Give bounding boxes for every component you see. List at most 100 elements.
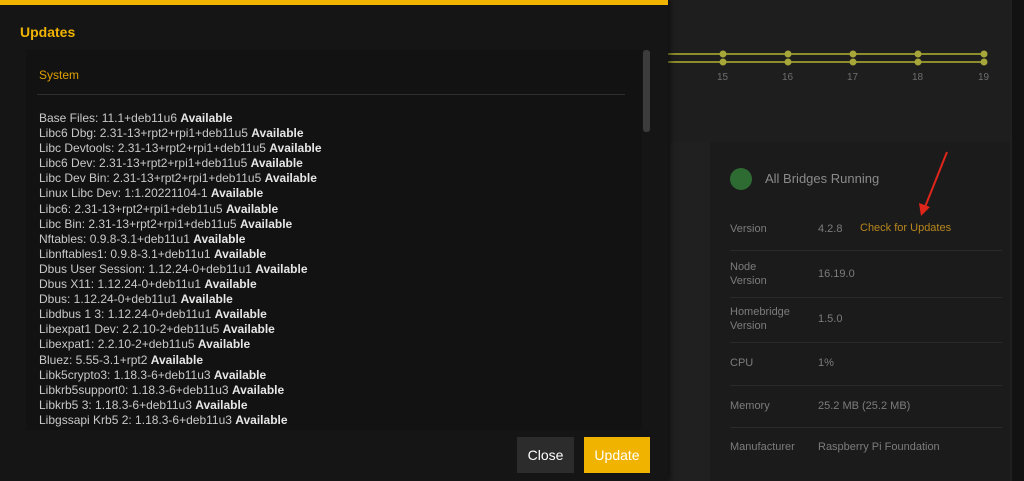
chart-point [784,58,792,66]
package-status: Available [222,322,275,337]
close-button[interactable]: Close [517,437,574,473]
info-divider [730,385,1002,386]
package-status: Available [235,412,288,427]
package-status: Available [210,186,264,201]
chart-tick-label: 19 [978,72,990,83]
package-status: Available [195,397,248,412]
package-name: Libc6 Dev: 2.31-13+rpt2+rpi1+deb11u5 [39,156,248,171]
chart-tick-label: 15 [717,72,729,83]
package-item: Libdbus 1 3: 1.12.24-0+deb11u1 Available [39,307,322,322]
package-name: Dbus X11: 1.12.24-0+deb11u1 [39,277,202,292]
package-status: Available [193,231,246,246]
package-status: Available [214,307,267,322]
package-item: Libkrb5support0: 1.18.3-6+deb11u3 Availa… [39,383,322,398]
package-item: Libgssapi Krb5 2: 1.18.3-6+deb11u3 Avail… [39,413,322,428]
package-status: Available [251,126,304,141]
package-name: Libkrb5 3: 1.18.3-6+deb11u3 [39,397,192,412]
package-status: Available [225,201,279,216]
info-divider [730,250,1002,251]
package-name: Libc6: 2.31-13+rpt2+rpi1+deb11u5 [39,201,223,216]
chart-tick-label: 18 [912,72,924,83]
package-item: Dbus User Session: 1.12.24-0+deb11u1 Ava… [39,262,322,277]
node-version-value: 16.19.0 [818,268,855,280]
package-name: Libk5crypto3: 1.18.3-6+deb11u3 [39,367,211,382]
package-name: Bluez: 5.55-3.1+rpt2 [39,352,148,367]
chart-point [849,50,857,58]
memory-label: Memory [730,400,770,412]
package-item: Libkrb5 3: 1.18.3-6+deb11u3 Available [39,398,322,413]
package-status: Available [213,246,267,261]
modal-scrollbar[interactable] [643,50,650,132]
modal-accent-bar [0,0,668,5]
package-status: Available [204,277,257,292]
package-name: Base Files: 11.1+deb11u6 [39,111,177,125]
package-status: Available [150,352,203,367]
package-item: Libexpat1 Dev: 2.2.10-2+deb11u5 Availabl… [39,322,322,337]
chart-point [784,50,792,58]
chart-tick-label: 16 [782,72,794,83]
package-name: Libdbus 1 3: 1.12.24-0+deb11u1 [39,307,212,322]
package-item: Libc6 Dev: 2.31-13+rpt2+rpi1+deb11u5 Ava… [39,156,322,171]
chart-point [719,58,727,66]
homebridge-version-value: 1.5.0 [818,313,843,325]
package-name: Libexpat1 Dev: 2.2.10-2+deb11u5 [39,322,220,337]
package-list: Base Files: 11.1+deb11u6 Available Libc6 … [39,111,322,428]
package-status: Available [231,382,285,397]
info-divider [730,297,1002,298]
package-item: Libnftables1: 0.9.8-3.1+deb11u1 Availabl… [39,247,322,262]
chart-point [980,50,988,58]
package-item: Nftables: 0.9.8-3.1+deb11u1 Available [39,232,322,247]
cpu-label: CPU [730,357,754,369]
package-status: Available [264,171,317,186]
bridges-status-text: All Bridges Running [765,171,880,186]
chart-point [719,50,727,58]
section-title-system: System [39,68,80,82]
package-name: Libc Bin: 2.31-13+rpt2+rpi1+deb11u5 [39,216,237,231]
update-button[interactable]: Update [584,437,650,473]
package-item: Linux Libc Dev: 1:1.20221104-1 Available [39,186,322,201]
package-name: Libkrb5support0: 1.18.3-6+deb11u3 [39,382,229,397]
package-name: Linux Libc Dev: 1:1.20221104-1 [39,186,208,201]
version-value: 4.2.8 [818,223,843,235]
package-status: Available [180,292,233,307]
memory-value: 25.2 MB (25.2 MB) [818,400,911,412]
updates-modal: Updates System Base Files: 11.1+deb11u6 … [0,0,668,481]
package-item: Libexpat1: 2.2.10-2+deb11u5 Available [39,337,322,352]
package-name: Dbus: 1.12.24-0+deb11u1 [39,292,178,307]
chart-tick-label: 17 [847,72,859,83]
package-name: Libc Devtools: 2.31-13+rpt2+rpi1+deb11u5 [39,141,266,156]
modal-title: Updates [20,24,76,40]
chart-point [849,58,857,66]
package-name: Libc Dev Bin: 2.31-13+rpt2+rpi1+deb11u5 [39,171,262,186]
version-label: Version [730,223,767,235]
package-status: Available [239,216,293,231]
package-status: Available [213,367,267,382]
package-status: Available [255,261,308,276]
section-divider [37,94,625,95]
package-status: Available [269,141,322,156]
cpu-value: 1% [818,357,834,369]
node-version-label: Node Version [730,261,767,287]
package-item: Bluez: 5.55-3.1+rpt2 Available [39,353,322,368]
package-status: Available [250,156,303,171]
info-divider [730,427,1002,428]
package-item: Libc6: 2.31-13+rpt2+rpi1+deb11u5 Availab… [39,202,322,217]
package-status: Available [197,337,251,352]
manufacturer-label: Manufacturer [730,441,795,453]
package-name: Libnftables1: 0.9.8-3.1+deb11u1 [39,246,211,261]
manufacturer-value: Raspberry Pi Foundation [818,441,940,453]
package-item: Libc Dev Bin: 2.31-13+rpt2+rpi1+deb11u5 … [39,171,322,186]
info-divider [730,342,1002,343]
package-name: Libexpat1: 2.2.10-2+deb11u5 [39,337,195,352]
package-item: Libc Bin: 2.31-13+rpt2+rpi1+deb11u5 Avai… [39,217,322,232]
chart-point [980,58,988,66]
package-item: Dbus: 1.12.24-0+deb11u1 Available [39,292,322,307]
package-item: Libc Devtools: 2.31-13+rpt2+rpi1+deb11u5… [39,141,322,156]
homebridge-version-label: Homebridge Version [730,306,790,332]
package-item: Base Files: 11.1+deb11u6 Available [39,111,322,126]
package-name: Libgssapi Krb5 2: 1.18.3-6+deb11u3 [39,412,232,427]
check-for-updates-link[interactable]: Check for Updates [860,222,951,234]
package-name: Libc6 Dbg: 2.31-13+rpt2+rpi1+deb11u5 [39,126,248,141]
package-name: Nftables: 0.9.8-3.1+deb11u1 [39,231,190,246]
package-item: Dbus X11: 1.12.24-0+deb11u1 Available [39,277,322,292]
